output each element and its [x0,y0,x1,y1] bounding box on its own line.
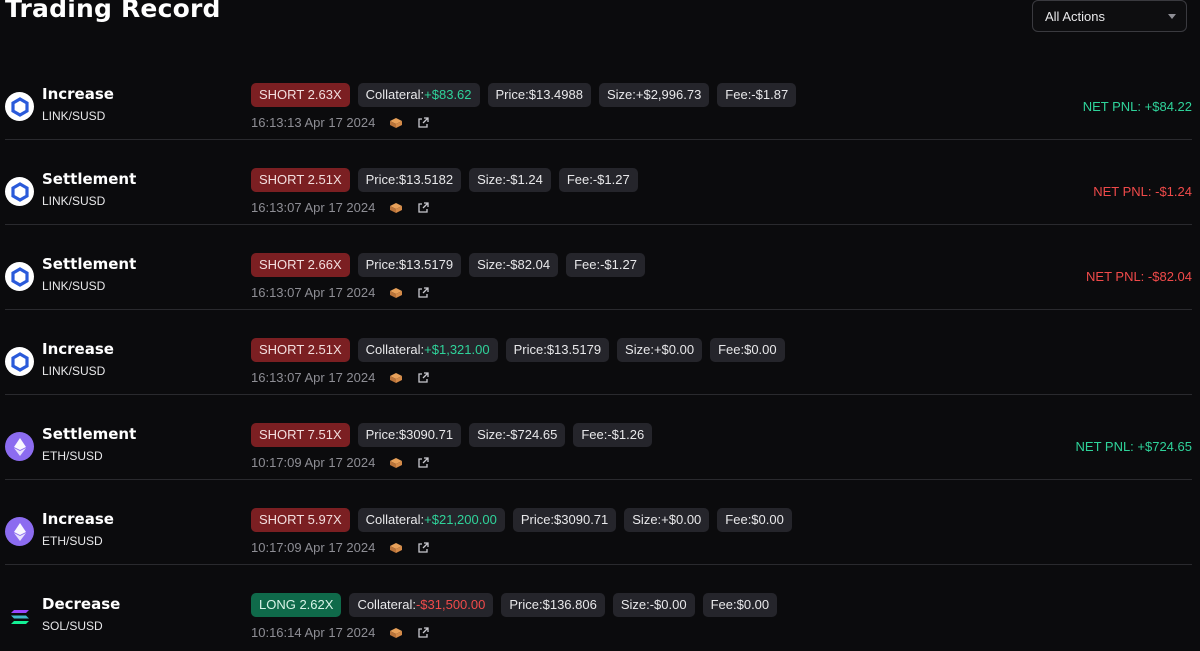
net-pnl: NET PNL: -$1.24 [1093,184,1192,199]
ethereum-icon [5,432,34,461]
timestamp: 16:13:07 Apr 17 2024 [251,200,376,215]
external-link-icon[interactable] [417,371,429,384]
size-tag: Size:+$2,996.73 [598,83,710,107]
collateral-label: Collateral: [357,597,416,612]
pair-label: ETH/SUSD [42,449,103,463]
pair-label: LINK/SUSD [42,194,106,208]
price-tag: Price:$13.5182 [357,168,462,192]
size-tag: Size:-$0.00 [612,593,695,617]
trading-record-list: Increase LINK/SUSD SHORT 2.63X Collatera… [0,55,1200,649]
external-link-icon[interactable] [417,286,429,299]
solana-icon [5,602,34,631]
collateral-label: Collateral: [365,512,425,527]
box-icon[interactable] [389,372,403,384]
filter-selected-value: All Actions [1045,8,1105,24]
fee-tag: Fee:-$1.26 [573,423,653,447]
record-row: Increase LINK/SUSD SHORT 2.63X Collatera… [5,55,1192,140]
pair-label: SOL/SUSD [42,619,103,633]
chainlink-icon [5,262,34,291]
price-tag: Price:$13.5179 [357,253,462,277]
position-badge: SHORT 2.51X [251,338,350,362]
box-icon[interactable] [389,202,403,214]
pair-label: LINK/SUSD [42,364,106,378]
price-tag: Price:$3090.71 [357,423,462,447]
collateral-value: +$1,321.00 [424,342,490,357]
net-pnl: NET PNL: +$724.65 [1075,439,1192,454]
pair-label: LINK/SUSD [42,109,106,123]
timestamp: 16:13:13 Apr 17 2024 [251,115,376,130]
ethereum-icon [5,517,34,546]
size-tag: Size:-$1.24 [469,168,551,192]
record-row: Settlement LINK/SUSD SHORT 2.66X Price:$… [5,225,1192,310]
position-badge: SHORT 7.51X [251,423,350,447]
box-icon[interactable] [389,117,403,129]
action-label: Increase [42,340,114,358]
size-tag: Size:+$0.00 [617,338,703,362]
fee-tag: Fee:$0.00 [717,508,792,532]
timestamp: 10:16:14 Apr 17 2024 [251,625,376,640]
action-label: Increase [42,85,114,103]
external-link-icon[interactable] [417,201,429,214]
fee-tag: Fee:-$1.27 [558,168,638,192]
box-icon[interactable] [389,457,403,469]
record-row: Settlement LINK/SUSD SHORT 2.51X Price:$… [5,140,1192,225]
fee-tag: Fee:-$1.87 [717,83,797,107]
collateral-value: +$21,200.00 [424,512,497,527]
action-label: Increase [42,510,114,528]
box-icon[interactable] [389,542,403,554]
chainlink-icon [5,92,34,121]
position-badge: SHORT 2.66X [251,253,350,277]
external-link-icon[interactable] [417,116,429,129]
fee-tag: Fee:$0.00 [702,593,778,617]
collateral-tag: Collateral:+$1,321.00 [357,338,498,362]
box-icon[interactable] [389,627,403,639]
size-tag: Size:+$0.00 [624,508,710,532]
page-title: Trading Record [5,0,221,23]
timestamp: 10:17:09 Apr 17 2024 [251,455,376,470]
position-badge: SHORT 5.97X [251,508,350,532]
external-link-icon[interactable] [417,456,429,469]
timestamp: 10:17:09 Apr 17 2024 [251,540,376,555]
action-filter-select[interactable]: All Actions [1032,0,1187,32]
record-row: Decrease SOL/SUSD LONG 2.62X Collateral:… [5,565,1192,649]
size-tag: Size:-$82.04 [469,253,559,277]
collateral-value: +$83.62 [424,87,472,102]
price-tag: Price:$136.806 [501,593,605,617]
position-badge: LONG 2.62X [251,593,342,617]
action-label: Settlement [42,425,137,443]
size-tag: Size:-$724.65 [469,423,566,447]
pair-label: LINK/SUSD [42,279,106,293]
action-label: Settlement [42,255,137,273]
net-pnl: NET PNL: +$84.22 [1082,99,1192,114]
external-link-icon[interactable] [417,626,429,639]
timestamp: 16:13:07 Apr 17 2024 [251,285,376,300]
price-tag: Price:$13.5179 [505,338,610,362]
position-badge: SHORT 2.63X [251,83,350,107]
price-tag: Price:$3090.71 [512,508,617,532]
timestamp: 16:13:07 Apr 17 2024 [251,370,376,385]
collateral-tag: Collateral:-$31,500.00 [349,593,494,617]
fee-tag: Fee:-$1.27 [566,253,645,277]
record-row: Settlement ETH/SUSD SHORT 7.51X Price:$3… [5,395,1192,480]
position-badge: SHORT 2.51X [251,168,350,192]
fee-tag: Fee:$0.00 [710,338,785,362]
external-link-icon[interactable] [417,541,429,554]
collateral-value: -$31,500.00 [415,597,486,612]
chainlink-icon [5,177,34,206]
record-row: Increase LINK/SUSD SHORT 2.51X Collatera… [5,310,1192,395]
pair-label: ETH/SUSD [42,534,103,548]
action-label: Decrease [42,595,121,613]
net-pnl: NET PNL: -$82.04 [1086,269,1192,284]
chevron-down-icon [1168,14,1176,19]
collateral-tag: Collateral:+$21,200.00 [357,508,505,532]
action-label: Settlement [42,170,137,188]
price-tag: Price:$13.4988 [487,83,591,107]
collateral-label: Collateral: [365,342,425,357]
collateral-tag: Collateral:+$83.62 [357,83,480,107]
chainlink-icon [5,347,34,376]
collateral-label: Collateral: [365,87,425,102]
box-icon[interactable] [389,287,403,299]
record-row: Increase ETH/SUSD SHORT 5.97X Collateral… [5,480,1192,565]
